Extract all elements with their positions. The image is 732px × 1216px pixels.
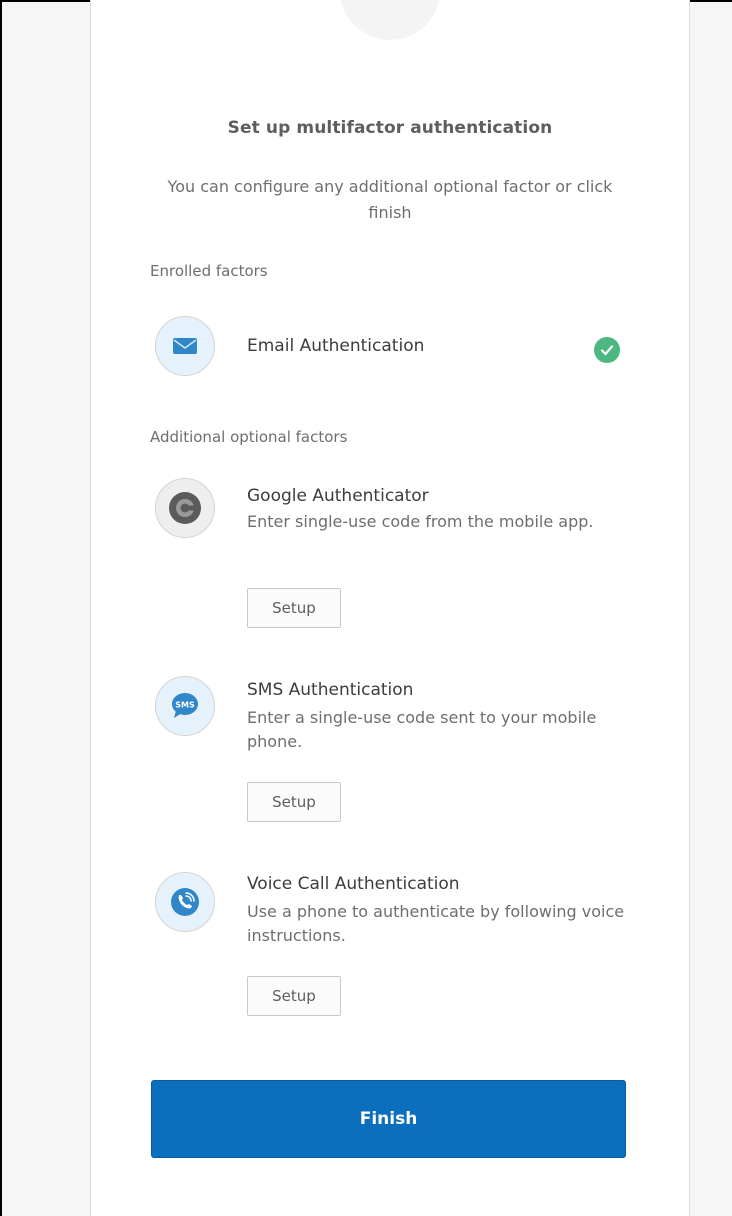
email-auth-name: Email Authentication [247, 336, 425, 356]
voice-auth-name: Voice Call Authentication [247, 874, 460, 894]
page-subtitle: You can configure any additional optiona… [167, 177, 613, 222]
phone-call-icon [155, 872, 215, 932]
svg-text:SMS: SMS [175, 701, 195, 710]
sms-auth-description: Enter a single-use code sent to your mob… [247, 708, 597, 751]
email-icon [155, 316, 215, 376]
google-auth-description: Enter single-use code from the mobile ap… [247, 512, 594, 531]
optional-factors-label: Additional optional factors [150, 428, 348, 446]
sms-auth-setup-button[interactable]: Setup [247, 782, 341, 822]
voice-auth-setup-button[interactable]: Setup [247, 976, 341, 1016]
sms-icon: SMS [155, 676, 215, 736]
sms-auth-name: SMS Authentication [247, 680, 414, 700]
enrolled-factors-label: Enrolled factors [150, 262, 268, 280]
google-authenticator-icon [155, 478, 215, 538]
google-auth-name: Google Authenticator [247, 486, 429, 506]
google-auth-setup-button[interactable]: Setup [247, 588, 341, 628]
check-circle-icon [594, 337, 620, 363]
voice-auth-description: Use a phone to authenticate by following… [247, 902, 625, 945]
page-title: Set up multifactor authentication [227, 118, 553, 138]
finish-button[interactable]: Finish [151, 1080, 626, 1158]
